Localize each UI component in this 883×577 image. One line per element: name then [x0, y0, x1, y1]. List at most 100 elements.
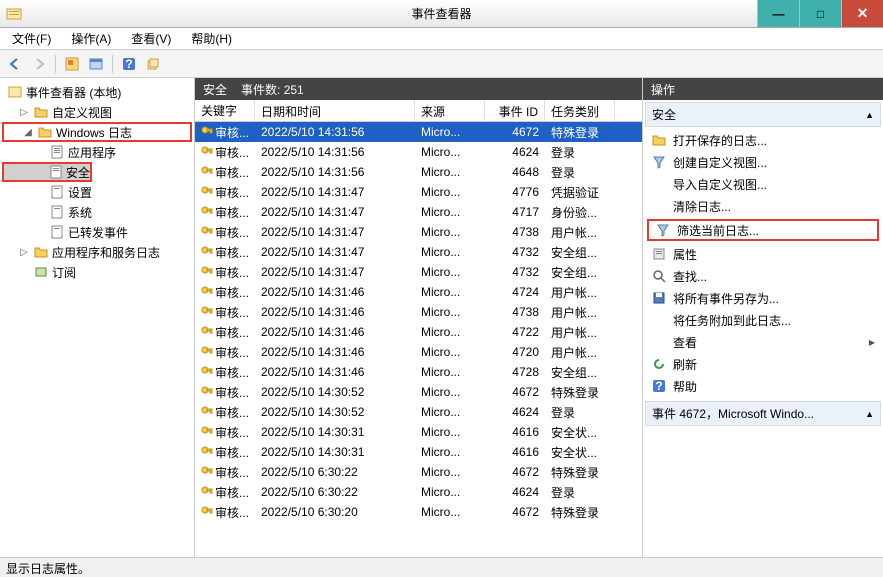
col-datetime[interactable]: 日期和时间: [255, 100, 415, 121]
action-help[interactable]: ?帮助: [645, 375, 881, 397]
section-collapse-icon[interactable]: ▲: [865, 409, 874, 419]
log-icon: [49, 144, 65, 160]
tree-windows-logs[interactable]: ◢ Windows 日志: [2, 122, 192, 142]
console-button[interactable]: [85, 53, 107, 75]
app-icon: [6, 6, 22, 22]
navigation-tree[interactable]: 事件查看器 (本地) ▷ 自定义视图 ◢ Windows 日志 应用程序 安全 …: [0, 78, 195, 557]
tree-custom-views[interactable]: ▷ 自定义视图: [0, 102, 194, 122]
table-row[interactable]: 审核...2022/5/10 14:30:31Micro...4616安全状..…: [195, 422, 642, 442]
collapse-icon[interactable]: ◢: [22, 127, 34, 138]
key-icon: [201, 326, 213, 338]
key-icon: [201, 426, 213, 438]
col-source[interactable]: 来源: [415, 100, 485, 121]
cell-category: 特殊登录: [545, 504, 615, 521]
cell-eventid: 4732: [485, 245, 545, 259]
table-row[interactable]: 审核...2022/5/10 14:31:46Micro...4720用户帐..…: [195, 342, 642, 362]
table-row[interactable]: 审核...2022/5/10 14:30:52Micro...4624登录: [195, 402, 642, 422]
actions-title: 操作: [643, 78, 883, 100]
tree-root[interactable]: 事件查看器 (本地): [0, 82, 194, 102]
menu-help[interactable]: 帮助(H): [183, 28, 240, 49]
tree-app-service-logs[interactable]: ▷ 应用程序和服务日志: [0, 242, 194, 262]
titlebar: 事件查看器 — □ ✕: [0, 0, 883, 28]
cell-datetime: 2022/5/10 14:31:47: [255, 265, 415, 279]
tree-security[interactable]: 安全: [2, 162, 92, 182]
table-row[interactable]: 审核...2022/5/10 6:30:22Micro...4672特殊登录: [195, 462, 642, 482]
tree-subscriptions[interactable]: 订阅: [0, 262, 194, 282]
grid-header[interactable]: 关键字 日期和时间 来源 事件 ID 任务类别: [195, 100, 642, 122]
cell-category: 用户帐...: [545, 324, 615, 341]
event-grid[interactable]: 审核...2022/5/10 14:31:56Micro...4672特殊登录 …: [195, 122, 642, 557]
action-properties[interactable]: 属性: [645, 243, 881, 265]
table-row[interactable]: 审核...2022/5/10 6:30:22Micro...4624登录: [195, 482, 642, 502]
action-open-saved-log[interactable]: 打开保存的日志...: [645, 129, 881, 151]
scope-button[interactable]: [61, 53, 83, 75]
close-button[interactable]: ✕: [841, 0, 883, 27]
action-create-custom-view[interactable]: 创建自定义视图...: [645, 151, 881, 173]
tree-setup[interactable]: 设置: [0, 182, 194, 202]
tree-application[interactable]: 应用程序: [0, 142, 194, 162]
table-row[interactable]: 审核...2022/5/10 6:30:20Micro...4672特殊登录: [195, 502, 642, 522]
menu-file[interactable]: 文件(F): [4, 28, 59, 49]
action-refresh[interactable]: 刷新: [645, 353, 881, 375]
action-save-all-events[interactable]: 将所有事件另存为...: [645, 287, 881, 309]
section-collapse-icon[interactable]: ▲: [865, 110, 874, 120]
action-attach-task[interactable]: 将任务附加到此日志...: [645, 309, 881, 331]
folder-icon: [33, 104, 49, 120]
table-row[interactable]: 审核...2022/5/10 14:31:47Micro...4732安全组..…: [195, 262, 642, 282]
action-import-custom-view[interactable]: 导入自定义视图...: [645, 173, 881, 195]
cell-datetime: 2022/5/10 6:30:20: [255, 505, 415, 519]
menu-view[interactable]: 查看(V): [123, 28, 179, 49]
maximize-button[interactable]: □: [799, 0, 841, 27]
action-filter-current-log[interactable]: 筛选当前日志...: [647, 219, 879, 241]
table-row[interactable]: 审核...2022/5/10 14:31:47Micro...4738用户帐..…: [195, 222, 642, 242]
table-row[interactable]: 审核...2022/5/10 14:31:56Micro...4624登录: [195, 142, 642, 162]
table-row[interactable]: 审核...2022/5/10 14:31:46Micro...4724用户帐..…: [195, 282, 642, 302]
col-keywords[interactable]: 关键字: [195, 100, 255, 121]
action-find[interactable]: 查找...: [645, 265, 881, 287]
layers-button[interactable]: [142, 53, 164, 75]
table-row[interactable]: 审核...2022/5/10 14:31:46Micro...4738用户帐..…: [195, 302, 642, 322]
cell-source: Micro...: [415, 445, 485, 459]
key-icon: [201, 466, 213, 478]
col-category[interactable]: 任务类别: [545, 100, 615, 121]
svg-text:?: ?: [655, 379, 662, 393]
table-row[interactable]: 审核...2022/5/10 14:31:47Micro...4776凭据验证: [195, 182, 642, 202]
tree-system[interactable]: 系统: [0, 202, 194, 222]
forward-button[interactable]: [28, 53, 50, 75]
cell-keywords: 审核...: [195, 504, 255, 521]
cell-source: Micro...: [415, 265, 485, 279]
table-row[interactable]: 审核...2022/5/10 14:31:46Micro...4722用户帐..…: [195, 322, 642, 342]
col-eventid[interactable]: 事件 ID: [485, 100, 545, 121]
back-button[interactable]: [4, 53, 26, 75]
cell-keywords: 审核...: [195, 324, 255, 341]
minimize-button[interactable]: —: [757, 0, 799, 27]
cell-source: Micro...: [415, 225, 485, 239]
expand-icon[interactable]: ▷: [18, 247, 30, 258]
menu-action[interactable]: 操作(A): [63, 28, 119, 49]
cell-keywords: 审核...: [195, 484, 255, 501]
table-row[interactable]: 审核...2022/5/10 14:31:47Micro...4732安全组..…: [195, 242, 642, 262]
cell-source: Micro...: [415, 325, 485, 339]
cell-category: 登录: [545, 404, 615, 421]
cell-eventid: 4738: [485, 305, 545, 319]
cell-category: 安全组...: [545, 244, 615, 261]
table-row[interactable]: 审核...2022/5/10 14:30:52Micro...4672特殊登录: [195, 382, 642, 402]
table-row[interactable]: 审核...2022/5/10 14:30:31Micro...4616安全状..…: [195, 442, 642, 462]
table-row[interactable]: 审核...2022/5/10 14:31:56Micro...4648登录: [195, 162, 642, 182]
key-icon: [201, 306, 213, 318]
tree-app-service-label: 应用程序和服务日志: [52, 244, 160, 261]
cell-datetime: 2022/5/10 14:31:47: [255, 245, 415, 259]
action-clear-log[interactable]: 清除日志...: [645, 195, 881, 217]
cell-source: Micro...: [415, 365, 485, 379]
cell-eventid: 4624: [485, 405, 545, 419]
tree-forwarded[interactable]: 已转发事件: [0, 222, 194, 242]
action-view[interactable]: 查看: [645, 331, 881, 353]
table-row[interactable]: 审核...2022/5/10 14:31:47Micro...4717身份验..…: [195, 202, 642, 222]
key-icon: [201, 506, 213, 518]
table-row[interactable]: 审核...2022/5/10 14:31:46Micro...4728安全组..…: [195, 362, 642, 382]
table-row[interactable]: 审核...2022/5/10 14:31:56Micro...4672特殊登录: [195, 122, 642, 142]
filter-icon: [655, 222, 671, 238]
expand-icon[interactable]: ▷: [18, 107, 30, 118]
help-button[interactable]: ?: [118, 53, 140, 75]
cell-keywords: 审核...: [195, 444, 255, 461]
